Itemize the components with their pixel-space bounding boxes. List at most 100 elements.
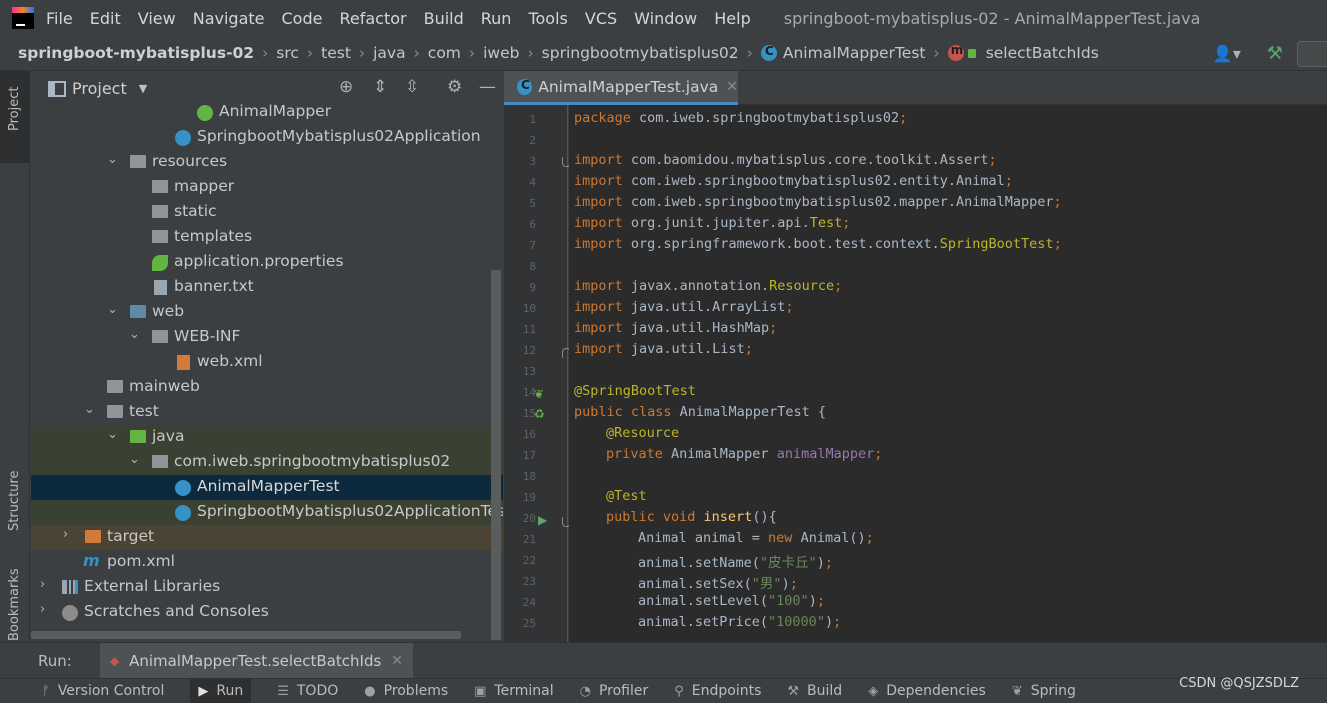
tool-problems[interactable]: ● Problems: [364, 679, 448, 703]
user-account-icon[interactable]: 👤▾: [1213, 44, 1241, 63]
tree-item[interactable]: mapper: [31, 175, 503, 200]
tree-item[interactable]: templates: [31, 225, 503, 250]
menu-help[interactable]: Help: [714, 9, 750, 28]
tree-item[interactable]: ⌄ resources: [31, 150, 503, 175]
line-number: 11: [522, 323, 536, 336]
tree-item[interactable]: › External Libraries: [31, 575, 503, 600]
close-icon[interactable]: ✕: [726, 79, 738, 95]
breadcrumb-java[interactable]: java: [373, 44, 405, 62]
tool-terminal[interactable]: ▣ Terminal: [474, 679, 553, 703]
tree-item[interactable]: SpringbootMybatisplus02ApplicationTests: [31, 500, 503, 525]
line-number: 3: [529, 155, 536, 168]
build-hammer-icon[interactable]: ⚒: [1267, 43, 1283, 64]
chevron-down-icon[interactable]: ⌄: [84, 402, 95, 417]
tree-item-selected[interactable]: AnimalMapperTest: [31, 475, 503, 500]
tool-todo[interactable]: ☰ TODO: [277, 679, 338, 703]
tree-item-label: SpringbootMybatisplus02ApplicationTests: [197, 502, 503, 520]
breadcrumb-test[interactable]: test: [321, 44, 351, 62]
chevron-right-icon[interactable]: ›: [40, 577, 45, 592]
breadcrumb-class[interactable]: AnimalMapperTest: [783, 44, 926, 62]
folder-icon: [152, 180, 168, 193]
spring-bean-icon[interactable]: ❦: [534, 387, 544, 401]
menu-run[interactable]: Run: [481, 9, 512, 28]
menu-file[interactable]: File: [46, 9, 73, 28]
tree-item[interactable]: ⌄ com.iweb.springbootmybatisplus02: [31, 450, 503, 475]
menu-view[interactable]: View: [138, 9, 176, 28]
run-tab[interactable]: ◆ AnimalMapperTest.selectBatchIds ✕: [99, 642, 414, 679]
tree-item-label: AnimalMapperTest: [197, 477, 340, 495]
collapse-all-icon[interactable]: ⇳: [405, 77, 419, 97]
tool-build[interactable]: ⚒ Build: [787, 679, 842, 703]
chevron-right-icon[interactable]: ›: [40, 602, 45, 617]
tree-item[interactable]: web.xml: [31, 350, 503, 375]
tool-profiler[interactable]: ◔ Profiler: [580, 679, 649, 703]
breadcrumb-project[interactable]: springboot-mybatisplus-02: [18, 44, 254, 62]
breadcrumb-src[interactable]: src: [276, 44, 299, 62]
tree-item[interactable]: › Scratches and Consoles: [31, 600, 503, 625]
run-test-icon[interactable]: ▶: [538, 513, 547, 527]
class-icon: [517, 78, 533, 95]
tree-item[interactable]: SpringbootMybatisplus02Application: [31, 125, 503, 150]
breadcrumb-iweb[interactable]: iweb: [483, 44, 519, 62]
tree-item[interactable]: › target: [31, 525, 503, 550]
tree-horizontal-scrollbar[interactable]: [31, 631, 461, 639]
tree-item[interactable]: application.properties: [31, 250, 503, 275]
chevron-down-icon[interactable]: ⌄: [107, 427, 118, 442]
tree-item[interactable]: ⌄ test: [31, 400, 503, 425]
tool-label: Endpoints: [691, 683, 762, 699]
tool-tab-project[interactable]: Project: [0, 71, 30, 163]
tree-item[interactable]: mainweb: [31, 375, 503, 400]
tree-item[interactable]: m pom.xml: [31, 550, 503, 575]
tree-item[interactable]: ⌄ java: [31, 425, 503, 450]
tree-item[interactable]: ⌄ WEB-INF: [31, 325, 503, 350]
gear-icon[interactable]: ⚙: [447, 77, 462, 97]
tree-item[interactable]: ⌄ web: [31, 300, 503, 325]
tree-vertical-scrollbar[interactable]: [491, 270, 501, 640]
tree-item[interactable]: banner.txt: [31, 275, 503, 300]
project-panel-title[interactable]: Project: [72, 79, 127, 98]
tool-endpoints[interactable]: ⚲ Endpoints: [674, 679, 761, 703]
menu-edit[interactable]: Edit: [90, 9, 121, 28]
code-line: public void insert(){: [606, 509, 777, 525]
menu-code[interactable]: Code: [282, 9, 323, 28]
menu-navigate[interactable]: Navigate: [193, 9, 265, 28]
menu-vcs[interactable]: VCS: [585, 9, 617, 28]
run-configuration-selector[interactable]: [1297, 40, 1327, 67]
code-editor[interactable]: package com.iweb.springbootmybatisplus02…: [569, 105, 1327, 642]
tool-label: Spring: [1030, 683, 1076, 699]
close-icon[interactable]: ✕: [391, 653, 403, 669]
tool-dependencies[interactable]: ◈ Dependencies: [868, 679, 986, 703]
breadcrumb-com[interactable]: com: [428, 44, 461, 62]
menu-refactor[interactable]: Refactor: [339, 9, 406, 28]
tool-spring[interactable]: ❦ Spring: [1012, 679, 1076, 703]
chevron-down-icon[interactable]: ⌄: [107, 152, 118, 167]
tool-label: Dependencies: [886, 683, 986, 699]
tool-tab-structure[interactable]: Structure: [0, 471, 30, 551]
spring-run-icon[interactable]: ♻: [534, 407, 545, 421]
tool-version-control[interactable]: ᚠ Version Control: [42, 679, 164, 703]
tree-item[interactable]: AnimalMapper: [31, 100, 503, 125]
hide-panel-icon[interactable]: —: [479, 77, 496, 97]
public-access-icon: [967, 48, 976, 58]
chevron-right-icon[interactable]: ›: [63, 527, 68, 542]
tool-run[interactable]: ▶ Run: [190, 678, 252, 703]
editor-tab-active[interactable]: AnimalMapperTest.java ✕: [504, 71, 738, 105]
code-line: import java.util.List;: [574, 341, 753, 357]
locate-file-icon[interactable]: ⊕: [339, 77, 353, 97]
tree-item-label: web: [152, 302, 185, 320]
menu-build[interactable]: Build: [424, 9, 464, 28]
tree-item-label: test: [129, 402, 159, 420]
line-number: 12: [522, 344, 536, 357]
breadcrumb-method[interactable]: selectBatchIds: [986, 44, 1099, 62]
menu-tools[interactable]: Tools: [528, 9, 567, 28]
tree-item[interactable]: static: [31, 200, 503, 225]
chevron-down-icon[interactable]: ⌄: [129, 327, 140, 342]
chevron-down-icon[interactable]: ⌄: [107, 302, 118, 317]
line-number: 8: [529, 260, 536, 273]
chevron-down-icon[interactable]: ⌄: [129, 452, 140, 467]
tree-item-label: target: [107, 527, 155, 545]
menu-window[interactable]: Window: [634, 9, 697, 28]
breadcrumb-package[interactable]: springbootmybatisplus02: [542, 44, 739, 62]
chevron-down-icon[interactable]: ▼: [139, 82, 147, 95]
expand-all-icon[interactable]: ⇕: [373, 77, 387, 97]
